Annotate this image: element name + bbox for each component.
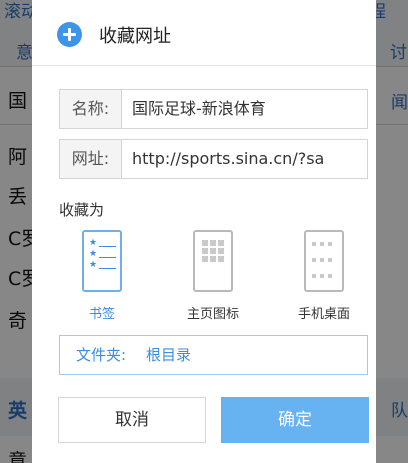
folder-label: 文件夹: xyxy=(76,346,127,364)
url-field-label: 网址: xyxy=(60,140,122,178)
url-field[interactable]: 网址: http://sports.sina.cn/?sa xyxy=(59,139,368,179)
save-as-label: 收藏为 xyxy=(59,201,105,219)
option-homepage-icon[interactable]: 主页图标 xyxy=(173,228,253,328)
cancel-button[interactable]: 取消 xyxy=(58,397,206,443)
folder-value: 根目录 xyxy=(146,346,192,364)
url-input[interactable]: http://sports.sina.cn/?sa xyxy=(132,140,367,178)
dialog-title: 收藏网址 xyxy=(99,26,171,47)
option-bookmark-label: 书签 xyxy=(88,307,115,322)
dialog-header: 收藏网址 xyxy=(32,0,376,66)
bookmark-dialog: 收藏网址 名称: 国际足球-新浪体育 网址: http://sports.sin… xyxy=(32,0,376,463)
homepage-grid-icon xyxy=(193,230,233,292)
option-phone-desktop-label: 手机桌面 xyxy=(297,307,350,322)
option-phone-desktop[interactable]: 手机桌面 xyxy=(284,228,364,328)
confirm-button[interactable]: 确定 xyxy=(221,397,369,443)
name-field[interactable]: 名称: 国际足球-新浪体育 xyxy=(59,89,368,129)
bookmark-list-icon: ★ ★ ★ xyxy=(82,230,122,292)
folder-selector[interactable]: 文件夹: 根目录 xyxy=(59,335,368,375)
option-homepage-icon-label: 主页图标 xyxy=(186,307,239,322)
option-bookmark[interactable]: ★ ★ ★ 书签 xyxy=(62,228,142,328)
name-input[interactable]: 国际足球-新浪体育 xyxy=(132,90,367,128)
phone-desktop-icon xyxy=(304,230,344,292)
add-circle-icon xyxy=(57,22,82,47)
name-field-label: 名称: xyxy=(60,90,122,128)
